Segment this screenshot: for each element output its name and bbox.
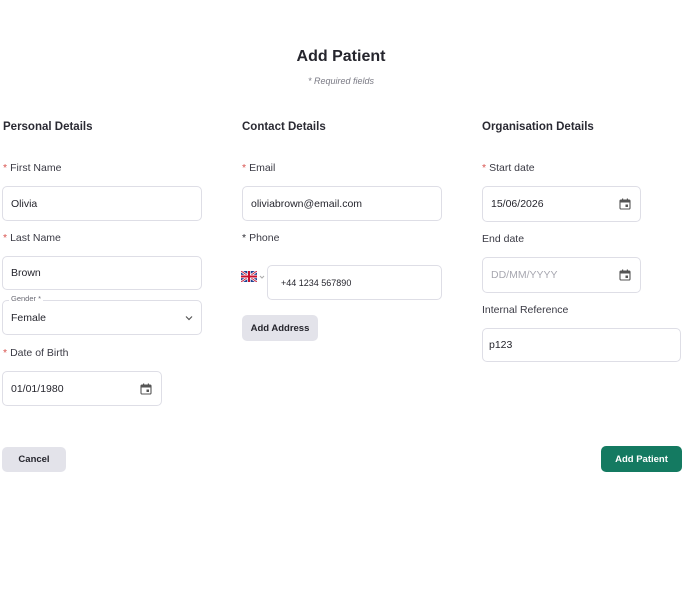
cancel-button[interactable]: Cancel (2, 447, 66, 472)
end-date-input[interactable]: DD/MM/YYYY (482, 257, 641, 293)
first-name-label: * First Name (3, 162, 62, 174)
chevron-down-icon (185, 315, 193, 320)
email-label: * Email (242, 162, 276, 174)
gender-floating-label: Gender * (9, 294, 44, 303)
dob-label: * Date of Birth (3, 347, 69, 359)
phone-value: +44 1234 567890 (281, 277, 352, 288)
required-star: * (3, 347, 8, 359)
last-name-input[interactable]: Brown (2, 256, 202, 290)
personal-details-heading: Personal Details (3, 121, 93, 133)
page-title: Add Patient (296, 48, 386, 65)
required-star: * (3, 232, 8, 244)
internal-reference-input[interactable]: p123 (482, 328, 681, 362)
country-code-selector[interactable] (241, 271, 265, 282)
calendar-icon[interactable] (619, 269, 631, 281)
organisation-details-heading: Organisation Details (482, 121, 594, 133)
required-star: * (482, 162, 487, 174)
gender-value: Female (11, 311, 47, 324)
email-value: oliviabrown@email.com (251, 197, 363, 210)
required-star: * (3, 162, 8, 174)
end-date-placeholder: DD/MM/YYYY (491, 269, 558, 281)
first-name-value: Olivia (11, 197, 38, 210)
last-name-label: * Last Name (3, 232, 61, 244)
first-name-input[interactable]: Olivia (2, 186, 202, 221)
last-name-value: Brown (11, 267, 41, 279)
add-patient-button[interactable]: Add Patient (601, 446, 682, 472)
caret-down-icon (259, 275, 265, 279)
add-address-button[interactable]: Add Address (242, 315, 318, 341)
required-star: * (242, 232, 247, 244)
contact-details-heading: Contact Details (242, 121, 326, 133)
end-date-label: End date (482, 233, 525, 245)
dob-input[interactable]: 01/01/1980 (2, 371, 162, 406)
start-date-input[interactable]: 15/06/2026 (482, 186, 641, 222)
required-star: * (242, 162, 247, 174)
email-input[interactable]: oliviabrown@email.com (242, 186, 442, 221)
phone-label: * Phone (242, 232, 280, 244)
dob-value: 01/01/1980 (11, 382, 64, 395)
gender-select[interactable]: Female (2, 300, 202, 335)
internal-reference-value: p123 (489, 339, 513, 351)
internal-reference-label: Internal Reference (482, 304, 569, 316)
start-date-label: * Start date (482, 162, 535, 174)
calendar-icon[interactable] (619, 198, 631, 210)
required-fields-note: * Required fields (307, 76, 375, 86)
start-date-value: 15/06/2026 (491, 198, 544, 210)
phone-input[interactable]: +44 1234 567890 (267, 265, 442, 300)
calendar-icon[interactable] (140, 383, 152, 395)
uk-flag-icon (241, 271, 257, 282)
